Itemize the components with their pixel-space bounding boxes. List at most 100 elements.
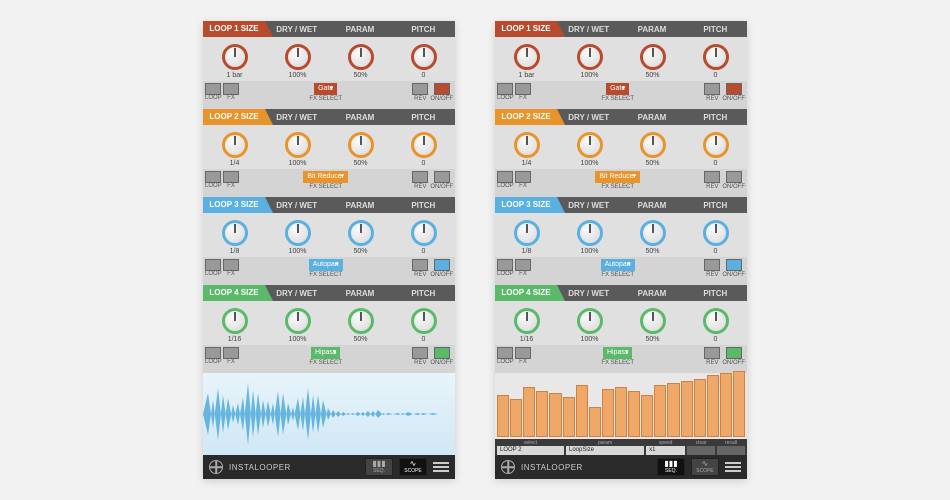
menu-icon[interactable]	[725, 462, 741, 472]
loop-1-fx-select[interactable]: Gate	[314, 83, 337, 95]
loop-1-onoff-button[interactable]	[434, 83, 450, 95]
loop-1-param-knob[interactable]	[348, 44, 374, 70]
loop-1-loop-button[interactable]	[205, 83, 221, 95]
seq-clear-button[interactable]	[687, 446, 715, 455]
seq-step[interactable]	[667, 383, 679, 437]
loop-3-pitch-knob[interactable]	[411, 220, 437, 246]
loop-1-pitch-knob[interactable]	[411, 44, 437, 70]
loop-4-onoff-button[interactable]	[434, 347, 450, 359]
loop-2-param-knob[interactable]	[348, 132, 374, 158]
loop-1-param-knob[interactable]	[640, 44, 666, 70]
seq-step[interactable]	[720, 373, 732, 437]
seq-step[interactable]	[589, 407, 601, 437]
loop-2-pitch-knob[interactable]	[411, 132, 437, 158]
loop-4-fx-button[interactable]	[223, 347, 239, 359]
loop-1-rev-button[interactable]	[704, 83, 720, 95]
seq-step[interactable]	[694, 379, 706, 437]
menu-icon[interactable]	[433, 462, 449, 472]
loop-4-drywet-knob[interactable]	[285, 308, 311, 334]
seq-step[interactable]	[654, 385, 666, 437]
seq-step[interactable]	[628, 391, 640, 437]
loop-4-loop-button[interactable]	[205, 347, 221, 359]
loop-4-fx-select[interactable]: Hipass	[311, 347, 340, 359]
seq-view-button[interactable]: ▮▮▮SEQ.	[657, 458, 685, 476]
loop-2-fx-button[interactable]	[515, 171, 531, 183]
loop-3-size-knob[interactable]	[222, 220, 248, 246]
loop-4-drywet-knob[interactable]	[577, 308, 603, 334]
loop-3-drywet-knob[interactable]	[285, 220, 311, 246]
seq-step[interactable]	[615, 387, 627, 437]
loop-1-size-knob[interactable]	[222, 44, 248, 70]
seq-step[interactable]	[497, 395, 509, 437]
seq-step[interactable]	[523, 387, 535, 437]
sequencer-bars[interactable]	[495, 373, 747, 439]
loop-1-pitch-knob[interactable]	[703, 44, 729, 70]
loop-4-param-knob[interactable]	[348, 308, 374, 334]
loop-3-fx-select[interactable]: Autopan	[309, 259, 343, 271]
loop-1-fx-button[interactable]	[515, 83, 531, 95]
loop-2-fx-button[interactable]	[223, 171, 239, 183]
loop-2-size-knob[interactable]	[514, 132, 540, 158]
seq-step[interactable]	[510, 399, 522, 437]
loop-2-rev-button[interactable]	[704, 171, 720, 183]
loop-1-onoff-button[interactable]	[726, 83, 742, 95]
seq-step[interactable]	[536, 391, 548, 437]
loop-3-pitch-knob[interactable]	[703, 220, 729, 246]
loop-3-loop-button[interactable]	[497, 259, 513, 271]
seq-step[interactable]	[641, 395, 653, 437]
loop-4-size-knob[interactable]	[514, 308, 540, 334]
loop-4-rev-button[interactable]	[704, 347, 720, 359]
loop-3-param-knob[interactable]	[640, 220, 666, 246]
seq-step[interactable]	[576, 385, 588, 437]
loop-2-drywet-knob[interactable]	[577, 132, 603, 158]
seq-recall-button[interactable]	[717, 446, 745, 455]
loop-3-onoff-button[interactable]	[434, 259, 450, 271]
seq-step[interactable]	[681, 381, 693, 437]
loop-2-onoff-button[interactable]	[726, 171, 742, 183]
loop-4-param-knob[interactable]	[640, 308, 666, 334]
scope-view-button[interactable]: ∿SCOPE	[691, 458, 719, 476]
loop-2-loop-button[interactable]	[497, 171, 513, 183]
seq-step[interactable]	[549, 393, 561, 437]
loop-3-onoff-button[interactable]	[726, 259, 742, 271]
loop-3-drywet-knob[interactable]	[577, 220, 603, 246]
loop-4-onoff-button[interactable]	[726, 347, 742, 359]
seq-param-dropdown[interactable]: LoopSize	[566, 446, 644, 455]
loop-2-fx-select[interactable]: Bit Reducer	[595, 171, 640, 183]
loop-2-param-knob[interactable]	[640, 132, 666, 158]
loop-2-pitch-knob[interactable]	[703, 132, 729, 158]
loop-1-fx-button[interactable]	[223, 83, 239, 95]
seq-step[interactable]	[707, 375, 719, 437]
loop-4-loop-button[interactable]	[497, 347, 513, 359]
loop-1-size-knob[interactable]	[514, 44, 540, 70]
loop-3-size-knob[interactable]	[514, 220, 540, 246]
loop-3-rev-button[interactable]	[412, 259, 428, 271]
loop-3-fx-select[interactable]: Autopan	[601, 259, 635, 271]
loop-4-fx-select[interactable]: Hipass	[603, 347, 632, 359]
seq-step[interactable]	[733, 371, 745, 437]
loop-1-fx-select[interactable]: Gate	[606, 83, 629, 95]
loop-4-size-knob[interactable]	[222, 308, 248, 334]
loop-2-size-knob[interactable]	[222, 132, 248, 158]
loop-2-rev-button[interactable]	[412, 171, 428, 183]
loop-3-param-knob[interactable]	[348, 220, 374, 246]
loop-2-onoff-button[interactable]	[434, 171, 450, 183]
loop-1-loop-button[interactable]	[497, 83, 513, 95]
loop-1-rev-button[interactable]	[412, 83, 428, 95]
seq-speed-dropdown[interactable]: x1	[646, 446, 685, 455]
loop-4-rev-button[interactable]	[412, 347, 428, 359]
loop-4-pitch-knob[interactable]	[411, 308, 437, 334]
loop-4-fx-button[interactable]	[515, 347, 531, 359]
loop-1-drywet-knob[interactable]	[577, 44, 603, 70]
scope-view-button[interactable]: ∿SCOPE	[399, 458, 427, 476]
loop-3-fx-button[interactable]	[515, 259, 531, 271]
loop-3-fx-button[interactable]	[223, 259, 239, 271]
loop-3-loop-button[interactable]	[205, 259, 221, 271]
loop-2-loop-button[interactable]	[205, 171, 221, 183]
seq-step[interactable]	[602, 389, 614, 437]
loop-1-drywet-knob[interactable]	[285, 44, 311, 70]
loop-2-drywet-knob[interactable]	[285, 132, 311, 158]
seq-step[interactable]	[563, 397, 575, 437]
loop-2-fx-select[interactable]: Bit Reducer	[303, 171, 348, 183]
loop-4-pitch-knob[interactable]	[703, 308, 729, 334]
